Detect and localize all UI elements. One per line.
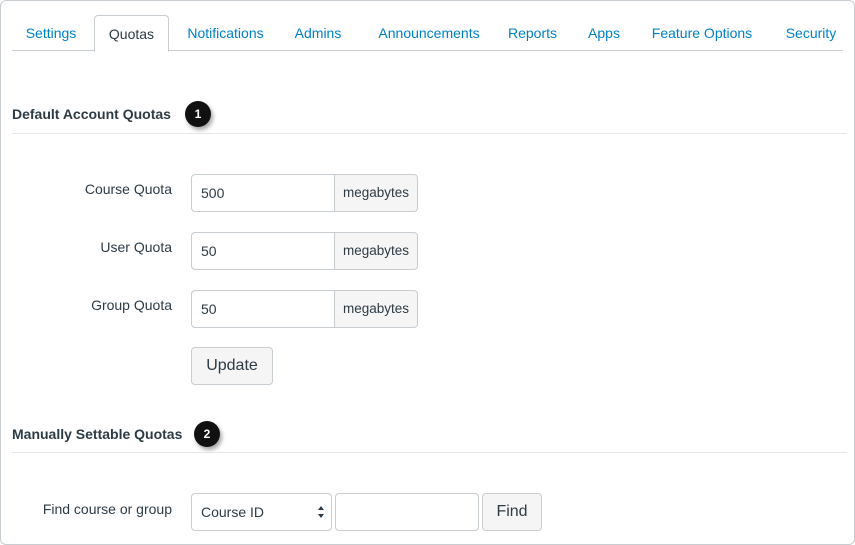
user-quota-label: User Quota — [100, 239, 172, 255]
tab-apps[interactable]: Apps — [582, 15, 626, 51]
callout-badge-2: 2 — [194, 421, 220, 447]
default-account-quotas-heading: Default Account Quotas — [12, 106, 171, 122]
select-arrows-icon — [318, 506, 324, 518]
tab-security[interactable]: Security — [776, 15, 846, 51]
find-button[interactable]: Find — [482, 493, 542, 531]
course-quota-label: Course Quota — [84, 181, 172, 197]
user-quota-unit: megabytes — [334, 232, 418, 270]
tab-settings[interactable]: Settings — [12, 15, 90, 51]
group-quota-group: megabytes — [191, 290, 418, 328]
tab-notifications[interactable]: Notifications — [177, 15, 274, 51]
user-quota-group: megabytes — [191, 232, 418, 270]
course-quota-unit: megabytes — [334, 174, 418, 212]
find-course-or-group-label: Find course or group — [42, 501, 172, 517]
find-type-select[interactable]: Course ID — [191, 493, 332, 531]
group-quota-label: Group Quota — [91, 297, 172, 313]
find-id-input[interactable] — [335, 493, 479, 531]
update-button[interactable]: Update — [191, 347, 273, 385]
callout-badge-1: 1 — [185, 101, 211, 127]
group-quota-unit: megabytes — [334, 290, 418, 328]
tab-admins[interactable]: Admins — [288, 15, 348, 51]
group-quota-input[interactable] — [191, 290, 334, 328]
account-settings-tabs: Settings Quotas Notifications Admins Ann… — [12, 15, 846, 52]
tab-reports[interactable]: Reports — [501, 15, 564, 51]
tab-feature-options[interactable]: Feature Options — [645, 15, 759, 51]
manually-settable-quotas-heading: Manually Settable Quotas — [12, 426, 183, 442]
user-quota-input[interactable] — [191, 232, 334, 270]
tab-announcements[interactable]: Announcements — [369, 15, 489, 51]
tab-quotas[interactable]: Quotas — [94, 15, 169, 52]
course-quota-group: megabytes — [191, 174, 418, 212]
section-divider — [12, 133, 847, 134]
section-divider — [12, 452, 847, 453]
find-type-select-value: Course ID — [201, 504, 265, 520]
course-quota-input[interactable] — [191, 174, 334, 212]
quotas-page: Settings Quotas Notifications Admins Ann… — [0, 0, 855, 545]
